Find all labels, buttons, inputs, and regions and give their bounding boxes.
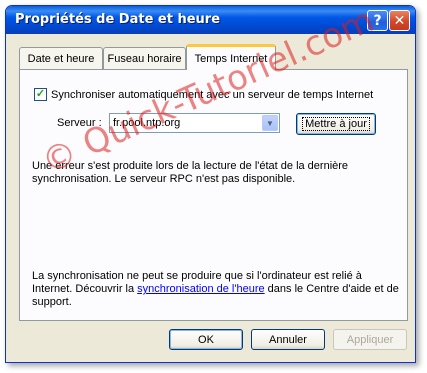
close-icon: ✕ [393,12,406,29]
apply-button: Appliquer [333,329,407,350]
time-sync-help-link[interactable]: synchronisation de l'heure [137,283,264,295]
ok-label: OK [198,333,214,346]
tab-time-zone[interactable]: Fuseau horaire [103,47,186,69]
chevron-down-icon: ▼ [266,118,274,128]
title-bar[interactable]: Propriétés de Date et heure ? ✕ [6,6,415,34]
sync-info-text: La synchronisation ne peut se produire q… [32,270,402,309]
sync-checkbox-row[interactable]: ✓ Synchroniser automatiquement avec un s… [34,88,373,101]
checkmark-icon: ✓ [35,88,46,100]
server-combobox[interactable]: fr.pool.ntp.org ▼ [109,113,280,133]
window-title: Propriétés de Date et heure [15,12,221,27]
server-label: Serveur : [57,117,102,129]
dialog-window: Propriétés de Date et heure ? ✕ Date et … [5,5,416,363]
tab-label: Temps Internet [194,52,268,65]
cancel-button[interactable]: Annuler [251,329,325,350]
close-button[interactable]: ✕ [389,10,410,31]
update-now-label: Mettre à jour [302,117,370,131]
sync-checkbox[interactable]: ✓ [34,88,47,101]
cancel-label: Annuler [269,333,307,346]
update-now-button[interactable]: Mettre à jour [296,113,376,135]
dropdown-button[interactable]: ▼ [262,115,278,131]
internet-time-panel: ✓ Synchroniser automatiquement avec un s… [19,69,408,321]
apply-label: Appliquer [346,333,394,346]
help-button[interactable]: ? [367,10,388,31]
tab-label: Fuseau horaire [107,52,182,65]
ok-button[interactable]: OK [169,329,243,350]
tab-date-time[interactable]: Date et heure [19,47,103,69]
sync-error-message: Une erreur s'est produite lors de la lec… [32,160,349,185]
tab-label: Date et heure [27,52,95,65]
tab-internet-time[interactable]: Temps Internet [186,44,276,70]
server-value[interactable]: fr.pool.ntp.org [110,117,262,129]
sync-checkbox-label: Synchroniser automatiquement avec un ser… [51,88,374,101]
help-icon: ? [373,12,382,29]
